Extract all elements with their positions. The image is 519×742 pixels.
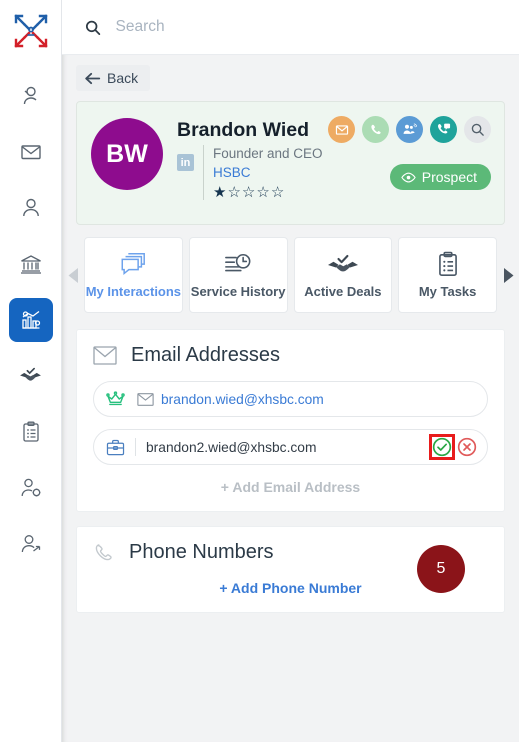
search-bar bbox=[62, 0, 519, 55]
search-icon[interactable] bbox=[84, 18, 102, 37]
person-icon bbox=[22, 198, 39, 217]
conference-action[interactable] bbox=[396, 116, 423, 143]
sidebar-item-user-settings[interactable] bbox=[9, 466, 53, 510]
tab-my-tasks[interactable]: My Tasks bbox=[398, 237, 497, 313]
contact-name: Brandon Wied bbox=[177, 119, 309, 141]
divider bbox=[135, 438, 136, 456]
avatar: BW bbox=[91, 118, 163, 190]
person-search-icon bbox=[23, 86, 36, 105]
contact-info: Brandon Wied in Founder and CEO HSBC ★ ☆… bbox=[177, 114, 323, 212]
person-arrow-icon bbox=[21, 535, 40, 553]
star-1[interactable]: ★ bbox=[213, 185, 226, 200]
search-input[interactable] bbox=[115, 18, 497, 36]
main-column: Back BW Brandon Wied in Founder and CEO … bbox=[62, 0, 519, 742]
handshake-check-icon bbox=[20, 367, 41, 381]
row-actions bbox=[429, 434, 477, 460]
contact-subinfo: in Founder and CEO HSBC ★ ☆ ☆ ☆ ☆ bbox=[177, 145, 323, 200]
sidebar-item-tasks[interactable] bbox=[9, 410, 53, 454]
tabs-prev-button[interactable] bbox=[66, 267, 80, 283]
add-email-address-link[interactable]: + Add Email Address bbox=[93, 477, 488, 495]
tab-label: My Interactions bbox=[85, 284, 182, 299]
back-button[interactable]: Back bbox=[76, 65, 151, 91]
bank-icon bbox=[20, 255, 41, 274]
sidebar-item-person[interactable] bbox=[9, 186, 53, 230]
tab-service-history[interactable]: Service History bbox=[188, 237, 288, 313]
clipboard-list-icon bbox=[438, 251, 457, 277]
search-contact-action[interactable] bbox=[464, 116, 491, 143]
email-row-editing[interactable]: brandon2.wied@xhsbc.com bbox=[93, 429, 488, 465]
contact-role: Founder and CEO bbox=[213, 146, 323, 161]
email-input-value[interactable]: brandon2.wied@xhsbc.com bbox=[146, 440, 316, 455]
linkedin-icon[interactable]: in bbox=[177, 154, 194, 171]
send-email-action[interactable] bbox=[328, 116, 355, 143]
crown-icon bbox=[106, 391, 125, 407]
contact-organization[interactable]: HSBC bbox=[213, 163, 323, 182]
star-4[interactable]: ☆ bbox=[256, 185, 269, 200]
x-circle-icon[interactable] bbox=[457, 437, 477, 457]
section-header: Email Addresses bbox=[93, 344, 488, 367]
email-row[interactable]: brandon.wied@xhsbc.com bbox=[93, 381, 488, 417]
sidebar-item-analytics[interactable] bbox=[8, 298, 53, 342]
phone-icon bbox=[95, 543, 112, 560]
app-logo[interactable] bbox=[0, 0, 62, 62]
confirm-highlight bbox=[429, 434, 455, 460]
phone-message-icon bbox=[438, 123, 451, 134]
arrow-left-icon bbox=[85, 72, 101, 84]
envelope-icon bbox=[93, 346, 117, 365]
tab-label: Active Deals bbox=[304, 284, 382, 299]
briefcase-icon bbox=[106, 439, 125, 456]
star-5[interactable]: ☆ bbox=[271, 185, 284, 200]
eye-icon bbox=[401, 172, 416, 182]
message-call-action[interactable] bbox=[430, 116, 457, 143]
envelope-icon bbox=[20, 145, 41, 160]
star-3[interactable]: ☆ bbox=[242, 185, 255, 200]
tabs-list: My Interactions Service History Active D… bbox=[84, 235, 497, 315]
sidebar-item-contacts-search[interactable] bbox=[9, 74, 53, 118]
crossed-arrows-logo-icon bbox=[13, 14, 48, 48]
sidebar bbox=[0, 0, 62, 742]
step-annotation-badge: 5 bbox=[417, 545, 465, 593]
people-call-icon bbox=[403, 123, 417, 134]
star-2[interactable]: ☆ bbox=[227, 185, 240, 200]
status-badge[interactable]: Prospect bbox=[389, 164, 491, 190]
rating-stars[interactable]: ★ ☆ ☆ ☆ ☆ bbox=[213, 185, 323, 200]
contact-card: BW Brandon Wied in Founder and CEO HSBC … bbox=[76, 101, 505, 225]
clipboard-list-icon bbox=[22, 421, 39, 442]
handshake-check-icon bbox=[327, 254, 358, 272]
section-title: Email Addresses bbox=[131, 344, 280, 366]
chart-gear-icon bbox=[21, 310, 40, 329]
tabs-carousel: My Interactions Service History Active D… bbox=[62, 235, 519, 315]
envelope-icon bbox=[335, 124, 348, 135]
envelope-icon bbox=[137, 392, 154, 406]
sidebar-item-user-transfer[interactable] bbox=[9, 522, 53, 566]
back-label: Back bbox=[107, 70, 139, 86]
tab-my-interactions[interactable]: My Interactions bbox=[84, 237, 183, 313]
chevron-left-icon bbox=[68, 267, 78, 283]
call-action[interactable] bbox=[362, 116, 389, 143]
contact-actions bbox=[328, 116, 491, 143]
email-addresses-section: Email Addresses brandon.wied@xhsbc.com b… bbox=[76, 329, 505, 512]
tab-active-deals[interactable]: Active Deals bbox=[293, 237, 393, 313]
sidebar-item-email[interactable] bbox=[9, 130, 53, 174]
clock-lines-icon bbox=[225, 253, 251, 272]
sidebar-item-deals[interactable] bbox=[9, 354, 53, 398]
chevron-right-icon bbox=[503, 267, 513, 283]
sidebar-item-institution[interactable] bbox=[9, 242, 53, 286]
status-badge-label: Prospect bbox=[421, 169, 477, 185]
phone-icon bbox=[370, 124, 381, 134]
email-value[interactable]: brandon.wied@xhsbc.com bbox=[161, 392, 324, 407]
section-title: Phone Numbers bbox=[129, 541, 274, 563]
chat-stack-icon bbox=[121, 253, 146, 275]
person-gear-icon bbox=[21, 478, 40, 497]
tab-label: My Tasks bbox=[418, 284, 477, 299]
app-root: Back BW Brandon Wied in Founder and CEO … bbox=[0, 0, 519, 742]
tabs-next-button[interactable] bbox=[501, 267, 515, 283]
back-bar: Back bbox=[62, 55, 519, 97]
check-circle-icon[interactable] bbox=[432, 437, 452, 457]
divider bbox=[203, 145, 204, 200]
search-icon bbox=[471, 123, 484, 136]
page-body: Back BW Brandon Wied in Founder and CEO … bbox=[62, 55, 519, 742]
tab-label: Service History bbox=[190, 284, 286, 299]
